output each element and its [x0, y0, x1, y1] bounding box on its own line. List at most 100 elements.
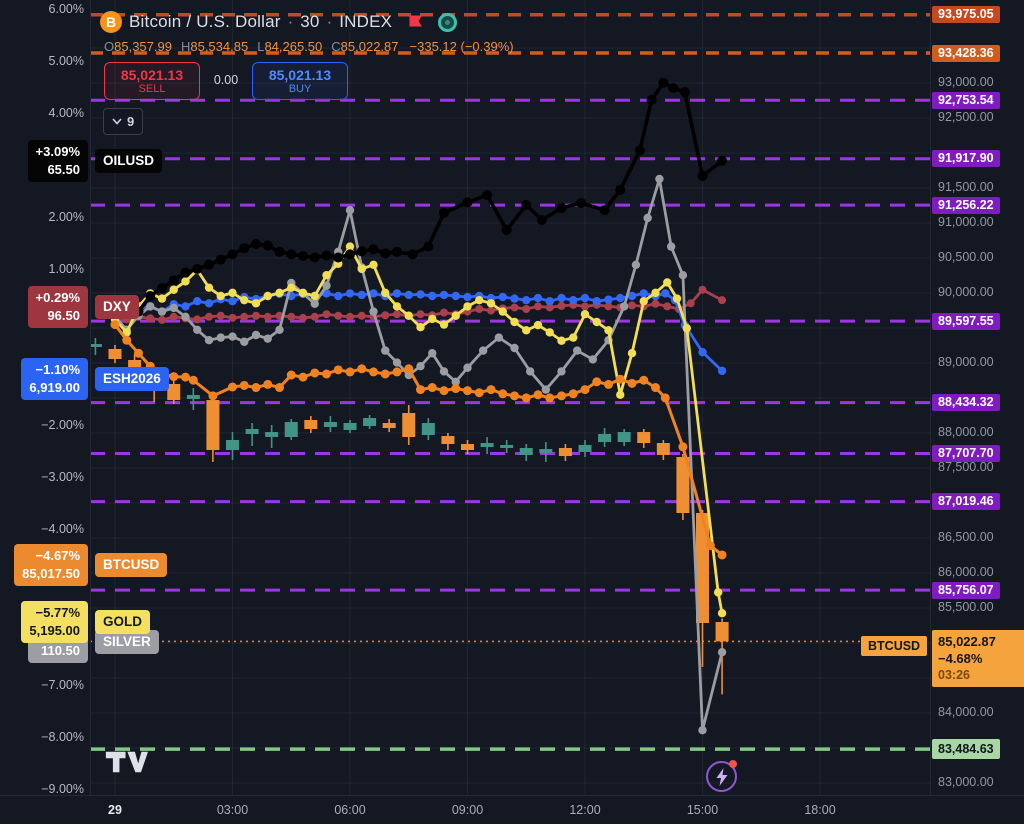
candle-body[interactable] — [304, 420, 317, 429]
time-axis[interactable]: 2903:0006:0009:0012:0015:0018:00 — [0, 795, 1024, 824]
candle-body[interactable] — [285, 422, 298, 437]
symbol-value-badge-btcusd: −4.67%85,017.50 — [14, 544, 88, 586]
series-dot-GOLD — [217, 292, 225, 300]
price-chart[interactable] — [0, 0, 1024, 795]
price-label: 88,000.00 — [938, 425, 994, 439]
candle-body[interactable] — [206, 400, 219, 450]
series-dot-OILUSD — [204, 260, 214, 270]
candle-body[interactable] — [618, 432, 631, 442]
buy-button[interactable]: 85,021.13 BUY — [252, 62, 348, 100]
symbol-value-badge-dxy: +0.29%96.50 — [28, 286, 88, 328]
candle-body[interactable] — [579, 445, 592, 452]
symbol-chip-oilusd[interactable]: OILUSD — [95, 149, 162, 173]
candle-body[interactable] — [559, 448, 572, 456]
series-dot-BTCUSD — [122, 336, 131, 345]
bitcoin-icon — [100, 11, 122, 33]
price-label: 84,000.00 — [938, 705, 994, 719]
candle-body[interactable] — [187, 395, 200, 399]
series-dot-SILVER — [240, 338, 248, 346]
current-price-value: 85,022.87 — [938, 633, 1024, 650]
series-dot-SILVER — [463, 364, 471, 372]
candle-body[interactable] — [363, 418, 376, 426]
market-label[interactable]: INDEX — [339, 12, 392, 32]
candle-body[interactable] — [657, 443, 670, 455]
candle-body[interactable] — [539, 449, 552, 453]
percent-label: −2.00% — [41, 418, 84, 432]
series-dot-BTCUSD — [393, 367, 402, 376]
series-dot-OILUSD — [169, 275, 179, 285]
candle-body[interactable] — [422, 423, 435, 435]
symbol-chip-btcusd[interactable]: BTCUSD — [95, 553, 167, 577]
candle-body[interactable] — [716, 622, 729, 641]
market-status-dot-icon[interactable] — [438, 13, 457, 32]
series-dot-OILUSD — [145, 291, 155, 301]
series-dot-OILUSD — [408, 249, 418, 259]
series-dot-SILVER — [589, 355, 597, 363]
series-dot-OILUSD — [439, 208, 449, 218]
symbol-title-row[interactable]: Bitcoin / U.S. Dollar · 30 · INDEX — [100, 10, 457, 34]
series-dot-GOLD — [440, 320, 448, 328]
candle-body[interactable] — [344, 423, 357, 430]
series-dot-DXY — [217, 312, 225, 320]
lightning-icon[interactable] — [706, 761, 737, 792]
symbol-chip-gold[interactable]: GOLD — [95, 610, 150, 634]
collapse-symbols-button[interactable]: 9 — [103, 108, 143, 135]
series-dot-GOLD — [405, 312, 413, 320]
series-dot-BTCUSD — [134, 349, 143, 358]
series-dot-DXY — [440, 309, 448, 317]
percent-label: −9.00% — [41, 782, 84, 796]
sell-button[interactable]: 85,021.13 SELL — [104, 62, 200, 100]
series-dot-ESH2026 — [346, 289, 354, 297]
series-dot-ESH2026 — [405, 291, 413, 299]
sell-price: 85,021.13 — [121, 67, 183, 83]
series-dot-OILUSD — [181, 268, 191, 278]
series-dot-BTCUSD — [604, 380, 613, 389]
candle-body[interactable] — [167, 384, 180, 400]
candle-body[interactable] — [500, 445, 513, 448]
candle-body[interactable] — [402, 413, 415, 437]
candle-body[interactable] — [265, 432, 278, 437]
price-label: 87,500.00 — [938, 460, 994, 474]
close-label: C — [331, 39, 340, 54]
candle-body[interactable] — [109, 349, 122, 359]
series-dot-GOLD — [651, 289, 659, 297]
interval-label[interactable]: 30 — [300, 12, 319, 32]
candle-body[interactable] — [441, 436, 454, 444]
symbol-value-badge-gold: −5.77%5,195.00 — [21, 601, 88, 643]
price-label: 90,000.00 — [938, 285, 994, 299]
series-dot-ESH2026 — [593, 297, 601, 305]
candle-body[interactable] — [481, 443, 494, 447]
flag-icon[interactable] — [406, 12, 426, 32]
series-dot-ESH2026 — [569, 296, 577, 304]
candle-body[interactable] — [226, 440, 239, 450]
purple-level-badge: 91,256.22 — [932, 197, 1000, 214]
symbol-chip-dxy[interactable]: DXY — [95, 295, 139, 319]
open-value: 85,357.99 — [114, 39, 172, 54]
candle-body[interactable] — [246, 429, 259, 434]
series-dot-SILVER — [620, 302, 628, 310]
percent-label: 5.00% — [49, 54, 84, 68]
symbol-title[interactable]: Bitcoin / U.S. Dollar — [129, 12, 281, 32]
series-dot-BTCUSD — [346, 367, 355, 376]
candle-body[interactable] — [520, 448, 533, 455]
series-dot-OILUSD — [333, 253, 343, 263]
series-dot-BTCUSD — [275, 383, 284, 392]
series-dot-OILUSD — [345, 249, 355, 259]
candle-body[interactable] — [637, 432, 650, 443]
purple-level-badge: 85,756.07 — [932, 582, 1000, 599]
percent-label: −4.00% — [41, 522, 84, 536]
series-dot-OILUSD — [698, 171, 708, 181]
symbol-chip-esh2026[interactable]: ESH2026 — [95, 367, 169, 391]
series-dot-BTCUSD — [416, 385, 425, 394]
series-dot-BTCUSD — [263, 380, 272, 389]
time-label: 09:00 — [452, 803, 483, 817]
right-pane-divider — [930, 0, 931, 795]
candle-body[interactable] — [461, 444, 474, 450]
candle-body[interactable] — [383, 423, 396, 428]
series-dot-DXY — [718, 296, 726, 304]
series-dot-GOLD — [205, 283, 213, 291]
series-dot-SILVER — [228, 332, 236, 340]
series-dot-BTCUSD — [322, 370, 331, 379]
candle-body[interactable] — [324, 422, 337, 427]
candle-body[interactable] — [598, 434, 611, 442]
